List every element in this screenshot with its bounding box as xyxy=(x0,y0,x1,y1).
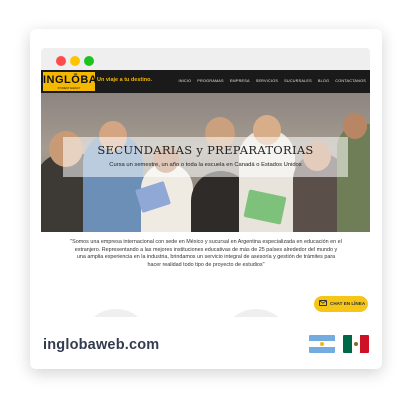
about-text: "Somos una empresa internacional con sed… xyxy=(70,239,342,268)
chat-button[interactable]: CHAT EN LÍNEA xyxy=(314,296,368,312)
student-face xyxy=(343,113,367,139)
browser-titlebar xyxy=(41,48,370,70)
menu-item-servicios[interactable]: SERVICIOS xyxy=(256,79,278,83)
menu-item-empresa[interactable]: EMPRESA xyxy=(230,79,250,83)
hero-banner: SECUNDARIAS y PREPARATORIAS Cursa un sem… xyxy=(41,93,370,232)
decorative-arc xyxy=(221,309,291,317)
maximize-dot[interactable] xyxy=(84,56,94,66)
showcase-card: INGLŌBA STUDENT AGENCY Un viaje a tu des… xyxy=(30,29,382,369)
main-menu: INICIO PROGRAMAS EMPRESA SERVICIOS SUCUR… xyxy=(178,79,366,83)
tagline: Un viaje a tu destino. xyxy=(97,77,153,83)
menu-item-inicio[interactable]: INICIO xyxy=(178,79,191,83)
minimize-dot[interactable] xyxy=(70,56,80,66)
site-logo[interactable]: INGLŌBA STUDENT AGENCY xyxy=(43,72,97,91)
argentina-flag[interactable] xyxy=(309,335,335,353)
mexico-flag[interactable] xyxy=(343,335,369,353)
menu-item-sucursales[interactable]: SUCURSALES xyxy=(284,79,312,83)
hero-subtitle: Cursa un semestre, un año o toda la escu… xyxy=(109,162,302,168)
menu-item-contactanos[interactable]: CONTACTANOS xyxy=(335,79,366,83)
hero-title: SECUNDARIAS y PREPARATORIAS xyxy=(97,143,314,157)
menu-item-blog[interactable]: BLOG xyxy=(318,79,329,83)
site-url[interactable]: inglobaweb.com xyxy=(43,337,159,353)
envelope-icon xyxy=(319,300,327,306)
chat-label: CHAT EN LÍNEA xyxy=(330,301,366,306)
decorative-arc xyxy=(81,309,151,317)
close-dot[interactable] xyxy=(56,56,66,66)
menu-item-programas[interactable]: PROGRAMAS xyxy=(197,79,223,83)
site-navbar: INGLŌBA STUDENT AGENCY Un viaje a tu des… xyxy=(41,70,370,93)
